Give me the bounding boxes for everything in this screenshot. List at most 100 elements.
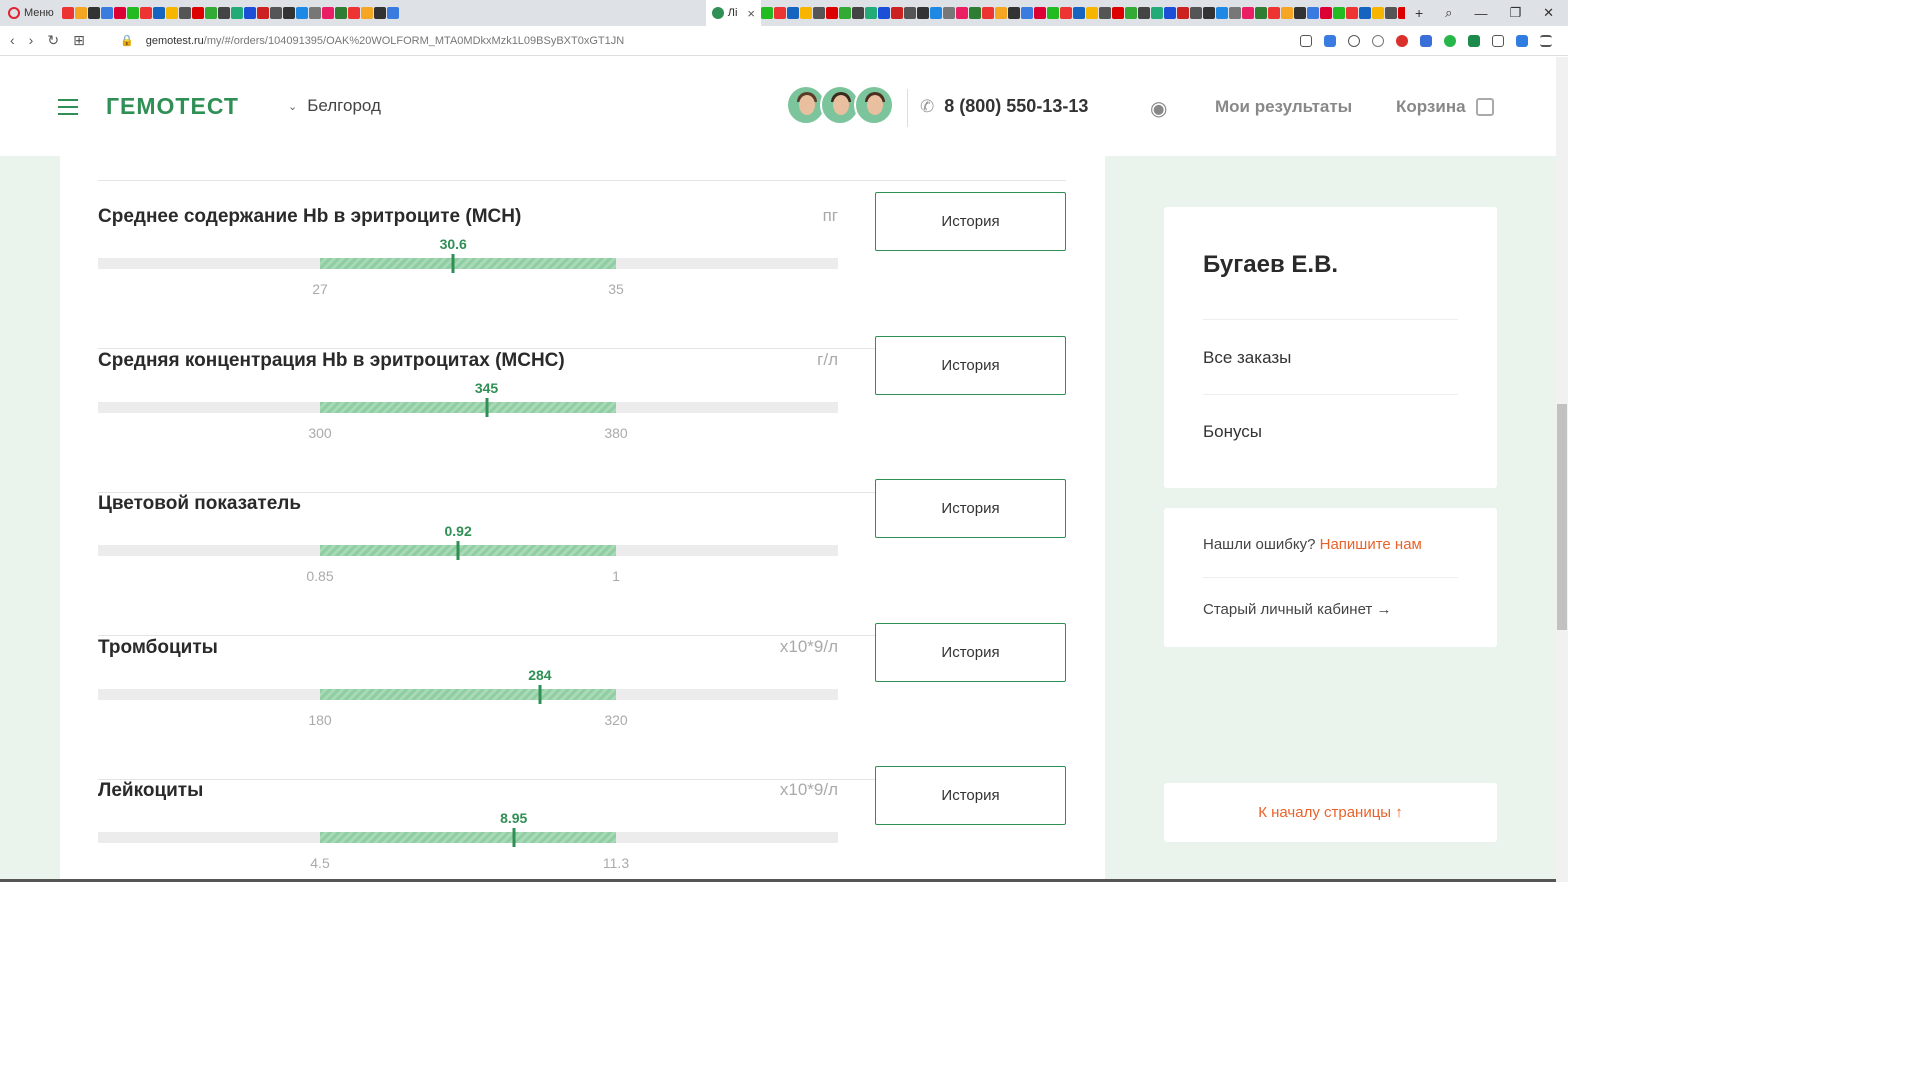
tab-favicon-icon[interactable] — [1033, 7, 1046, 19]
translate-icon[interactable] — [1420, 34, 1432, 47]
tab-favicon-icon[interactable] — [165, 7, 178, 19]
tab-favicon-icon[interactable] — [851, 7, 864, 19]
tab-favicon-icon[interactable] — [139, 7, 152, 19]
tab-favicon-icon[interactable] — [1202, 7, 1215, 19]
url-field[interactable]: gemotest.ru/my/#/orders/104091395/OAK%20… — [146, 35, 1300, 47]
tab-favicon-icon[interactable] — [1319, 7, 1332, 19]
tab-favicon-icon[interactable] — [360, 7, 373, 19]
check-icon[interactable] — [1444, 34, 1456, 47]
tab-favicon-icon[interactable] — [1163, 7, 1176, 19]
vpn-icon[interactable] — [1372, 34, 1384, 47]
tab-favicon-icon[interactable] — [1306, 7, 1319, 19]
tab-favicon-icon[interactable] — [1046, 7, 1059, 19]
tab-favicon-icon[interactable] — [282, 7, 295, 19]
site-logo[interactable]: ГЕМОТЕСТ — [106, 93, 239, 120]
eye-plus-icon[interactable]: ◉ — [1150, 96, 1167, 121]
download-icon[interactable] — [1516, 34, 1528, 47]
tab-favicon-icon[interactable] — [1280, 7, 1293, 19]
tab-favicon-icon[interactable] — [269, 7, 282, 19]
tab-favicon-icon[interactable] — [1358, 7, 1371, 19]
phone-link[interactable]: ✆ 8 (800) 550-13-13 — [920, 96, 1088, 117]
tab-favicon-icon[interactable] — [1189, 7, 1202, 19]
tab-favicon-icon[interactable] — [386, 7, 399, 19]
tab-favicon-icon[interactable] — [308, 7, 321, 19]
active-tab[interactable]: Лі × — [705, 0, 761, 26]
history-button[interactable]: История — [875, 622, 1066, 682]
tab-favicon-icon[interactable] — [178, 7, 191, 19]
tab-favicon-icon[interactable] — [126, 7, 139, 19]
history-button[interactable]: История — [875, 479, 1066, 538]
history-button[interactable]: История — [875, 766, 1066, 825]
tab-favicon-icon[interactable] — [903, 7, 916, 19]
tab-favicon-icon[interactable] — [838, 7, 851, 19]
extension-shield-icon[interactable] — [1468, 34, 1480, 47]
cart-link[interactable]: Корзина — [1396, 97, 1494, 117]
my-results-link[interactable]: Мои результаты — [1215, 97, 1352, 117]
city-selector[interactable]: ⌄ Белгород — [288, 96, 381, 116]
tab-favicon-icon[interactable] — [373, 7, 386, 19]
search-tabs-icon[interactable]: ⌕ — [1445, 5, 1452, 21]
old-cabinet-link[interactable]: Старый личный кабинет → — [1203, 601, 1391, 618]
tab-favicon-icon[interactable] — [773, 7, 786, 19]
tab-favicon-icon[interactable] — [1124, 7, 1137, 19]
history-button[interactable]: История — [875, 335, 1066, 395]
tab-favicon-icon[interactable] — [1241, 7, 1254, 19]
new-tab-button[interactable]: + — [1405, 5, 1433, 21]
history-button[interactable]: История — [875, 192, 1066, 251]
scrollbar-thumb[interactable] — [1557, 404, 1567, 630]
tab-favicon-icon[interactable] — [100, 7, 113, 19]
close-window-button[interactable]: ✕ — [1543, 5, 1554, 21]
all-orders-link[interactable]: Все заказы — [1203, 348, 1291, 368]
tab-favicon-icon[interactable] — [1293, 7, 1306, 19]
tab-favicon-icon[interactable] — [929, 7, 942, 19]
to-top-button[interactable]: К началу страницы ↑ — [1164, 783, 1497, 842]
adblock-icon[interactable] — [1396, 34, 1408, 47]
tab-favicon-icon[interactable] — [1007, 7, 1020, 19]
write-us-link[interactable]: Напишите нам — [1320, 536, 1422, 553]
tab-favicon-icon[interactable] — [1371, 7, 1384, 19]
tab-favicon-icon[interactable] — [1384, 7, 1397, 19]
tab-favicon-icon[interactable] — [87, 7, 100, 19]
menu-icon[interactable] — [58, 99, 78, 120]
tab-favicon-icon[interactable] — [1085, 7, 1098, 19]
tab-favicon-icon[interactable] — [825, 7, 838, 19]
tab-favicon-icon[interactable] — [812, 7, 825, 19]
tab-favicon-icon[interactable] — [152, 7, 165, 19]
tab-favicon-icon[interactable] — [347, 7, 360, 19]
tab-favicon-icon[interactable] — [799, 7, 812, 19]
tab-favicon-icon[interactable] — [1254, 7, 1267, 19]
tab-favicon-icon[interactable] — [1228, 7, 1241, 19]
tab-favicon-icon[interactable] — [864, 7, 877, 19]
tab-favicon-icon[interactable] — [334, 7, 347, 19]
cube-icon[interactable] — [1492, 34, 1504, 47]
tab-close-icon[interactable]: × — [747, 6, 755, 21]
tab-favicon-icon[interactable] — [321, 7, 334, 19]
tab-favicon-icon[interactable] — [61, 7, 74, 19]
tab-favicon-icon[interactable] — [217, 7, 230, 19]
tab-favicon-icon[interactable] — [942, 7, 955, 19]
tab-favicon-icon[interactable] — [1345, 7, 1358, 19]
tab-favicon-icon[interactable] — [1267, 7, 1280, 19]
tab-favicon-icon[interactable] — [1020, 7, 1033, 19]
browser-menu-button[interactable]: Меню — [0, 0, 62, 26]
tab-favicon-icon[interactable] — [1111, 7, 1124, 19]
tab-favicon-icon[interactable] — [113, 7, 126, 19]
menu-lines-icon[interactable] — [1540, 34, 1552, 47]
tab-favicon-icon[interactable] — [256, 7, 269, 19]
tab-favicon-icon[interactable] — [295, 7, 308, 19]
restore-button[interactable]: ❐ — [1509, 5, 1521, 21]
tab-favicon-icon[interactable] — [204, 7, 217, 19]
tab-favicon-icon[interactable] — [191, 7, 204, 19]
tab-favicon-icon[interactable] — [994, 7, 1007, 19]
tab-favicon-icon[interactable] — [981, 7, 994, 19]
tab-favicon-icon[interactable] — [916, 7, 929, 19]
tab-favicon-icon[interactable] — [1059, 7, 1072, 19]
tab-favicon-icon[interactable] — [968, 7, 981, 19]
tab-favicon-icon[interactable] — [1150, 7, 1163, 19]
speed-dial-button[interactable]: ⊞ — [73, 32, 85, 49]
tab-favicon-icon[interactable] — [1332, 7, 1345, 19]
tab-favicon-icon[interactable] — [786, 7, 799, 19]
tab-favicon-icon[interactable] — [955, 7, 968, 19]
reload-button[interactable]: ↻ — [47, 32, 59, 49]
tab-favicon-icon[interactable] — [1137, 7, 1150, 19]
